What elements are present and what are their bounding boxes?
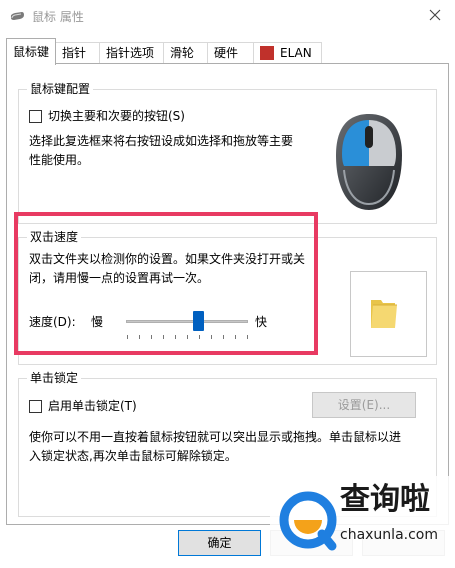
close-icon bbox=[429, 9, 441, 21]
speed-label: 速度(D): bbox=[29, 315, 76, 329]
tab-label: 滑轮 bbox=[170, 46, 195, 60]
tab-strip: 鼠标键 指针 指针选项 滑轮 硬件 ELAN bbox=[6, 38, 449, 65]
tab-wheel[interactable]: 滑轮 bbox=[163, 42, 208, 64]
tab-label: 指针选项 bbox=[106, 46, 155, 60]
slider-tick bbox=[175, 335, 176, 339]
double-click-description-1: 双击文件夹以检测你的设置。如果文件夹没打开或关 bbox=[29, 252, 306, 266]
slider-tick bbox=[223, 335, 224, 339]
click-lock-label[interactable]: 启用单击锁定(T) bbox=[48, 399, 137, 413]
switch-buttons-label[interactable]: 切换主要和次要的按钮(S) bbox=[48, 109, 185, 123]
click-lock-checkbox[interactable] bbox=[29, 400, 42, 413]
tab-elan[interactable]: ELAN bbox=[253, 42, 322, 64]
slider-tick bbox=[163, 335, 164, 339]
group-title: 单击锁定 bbox=[27, 371, 82, 385]
tab-hardware[interactable]: 硬件 bbox=[207, 42, 254, 64]
mouse-image bbox=[328, 110, 410, 218]
group-title: 鼠标键配置 bbox=[27, 82, 94, 96]
slider-tick bbox=[211, 335, 212, 339]
button-config-group: 鼠标键配置 切换主要和次要的按钮(S) 选择此复选框来将右按钮设成如选择和拖放等… bbox=[18, 82, 437, 224]
title-bar: 鼠标 属性 bbox=[0, 0, 455, 32]
group-title: 双击速度 bbox=[27, 230, 82, 244]
close-button[interactable] bbox=[423, 4, 447, 26]
fast-label: 快 bbox=[255, 315, 268, 329]
tab-pointer-options[interactable]: 指针选项 bbox=[99, 42, 164, 64]
watermark-url: chaxunla.com bbox=[340, 527, 438, 543]
double-click-group: 双击速度 双击文件夹以检测你的设置。如果文件夹没打开或关 闭，请用慢一点的设置再… bbox=[18, 230, 437, 365]
tab-label: 指针 bbox=[62, 46, 87, 60]
watermark: 查询啦 chaxunla.com bbox=[270, 476, 455, 568]
slider-tick bbox=[199, 335, 200, 339]
watermark-brand: 查询啦 bbox=[340, 482, 430, 517]
slider-tick bbox=[139, 335, 140, 339]
button-config-description-2: 性能使用。 bbox=[29, 153, 90, 167]
folder-icon[interactable] bbox=[369, 296, 399, 333]
tab-label: ELAN bbox=[280, 46, 312, 60]
slider-tick bbox=[187, 335, 188, 339]
tab-label: 鼠标键 bbox=[13, 45, 50, 59]
test-folder-area[interactable] bbox=[350, 271, 427, 357]
slider-track[interactable] bbox=[126, 320, 248, 323]
elan-icon bbox=[260, 45, 274, 60]
click-lock-settings-button[interactable]: 设置(E)... bbox=[312, 392, 416, 418]
double-click-description-2: 闭，请用慢一点的设置再试一次。 bbox=[29, 271, 210, 285]
slider-tick bbox=[127, 335, 128, 339]
mouse-app-icon bbox=[9, 9, 25, 23]
tab-label: 硬件 bbox=[214, 46, 239, 60]
slow-label: 慢 bbox=[91, 315, 104, 329]
tab-panel: 鼠标键配置 切换主要和次要的按钮(S) 选择此复选框来将右按钮设成如选择和拖放等… bbox=[6, 63, 449, 525]
slider-tick bbox=[247, 335, 248, 339]
slider-thumb[interactable] bbox=[192, 311, 204, 331]
tab-buttons[interactable]: 鼠标键 bbox=[6, 38, 56, 65]
switch-buttons-checkbox[interactable] bbox=[29, 110, 42, 123]
tab-pointers[interactable]: 指针 bbox=[55, 42, 100, 64]
click-lock-description-1: 使你可以不用一直按着鼠标按钮就可以突出显示或拖拽。单击鼠标以进 bbox=[29, 430, 402, 444]
button-config-description-1: 选择此复选框来将右按钮设成如选择和拖放等主要 bbox=[29, 134, 294, 148]
click-lock-description-2: 入锁定状态,再次单击鼠标可解除锁定。 bbox=[29, 449, 237, 463]
slider-tick bbox=[235, 335, 236, 339]
ok-button[interactable]: 确定 bbox=[178, 530, 261, 556]
window-title: 鼠标 属性 bbox=[32, 10, 84, 24]
slider-tick bbox=[151, 335, 152, 339]
